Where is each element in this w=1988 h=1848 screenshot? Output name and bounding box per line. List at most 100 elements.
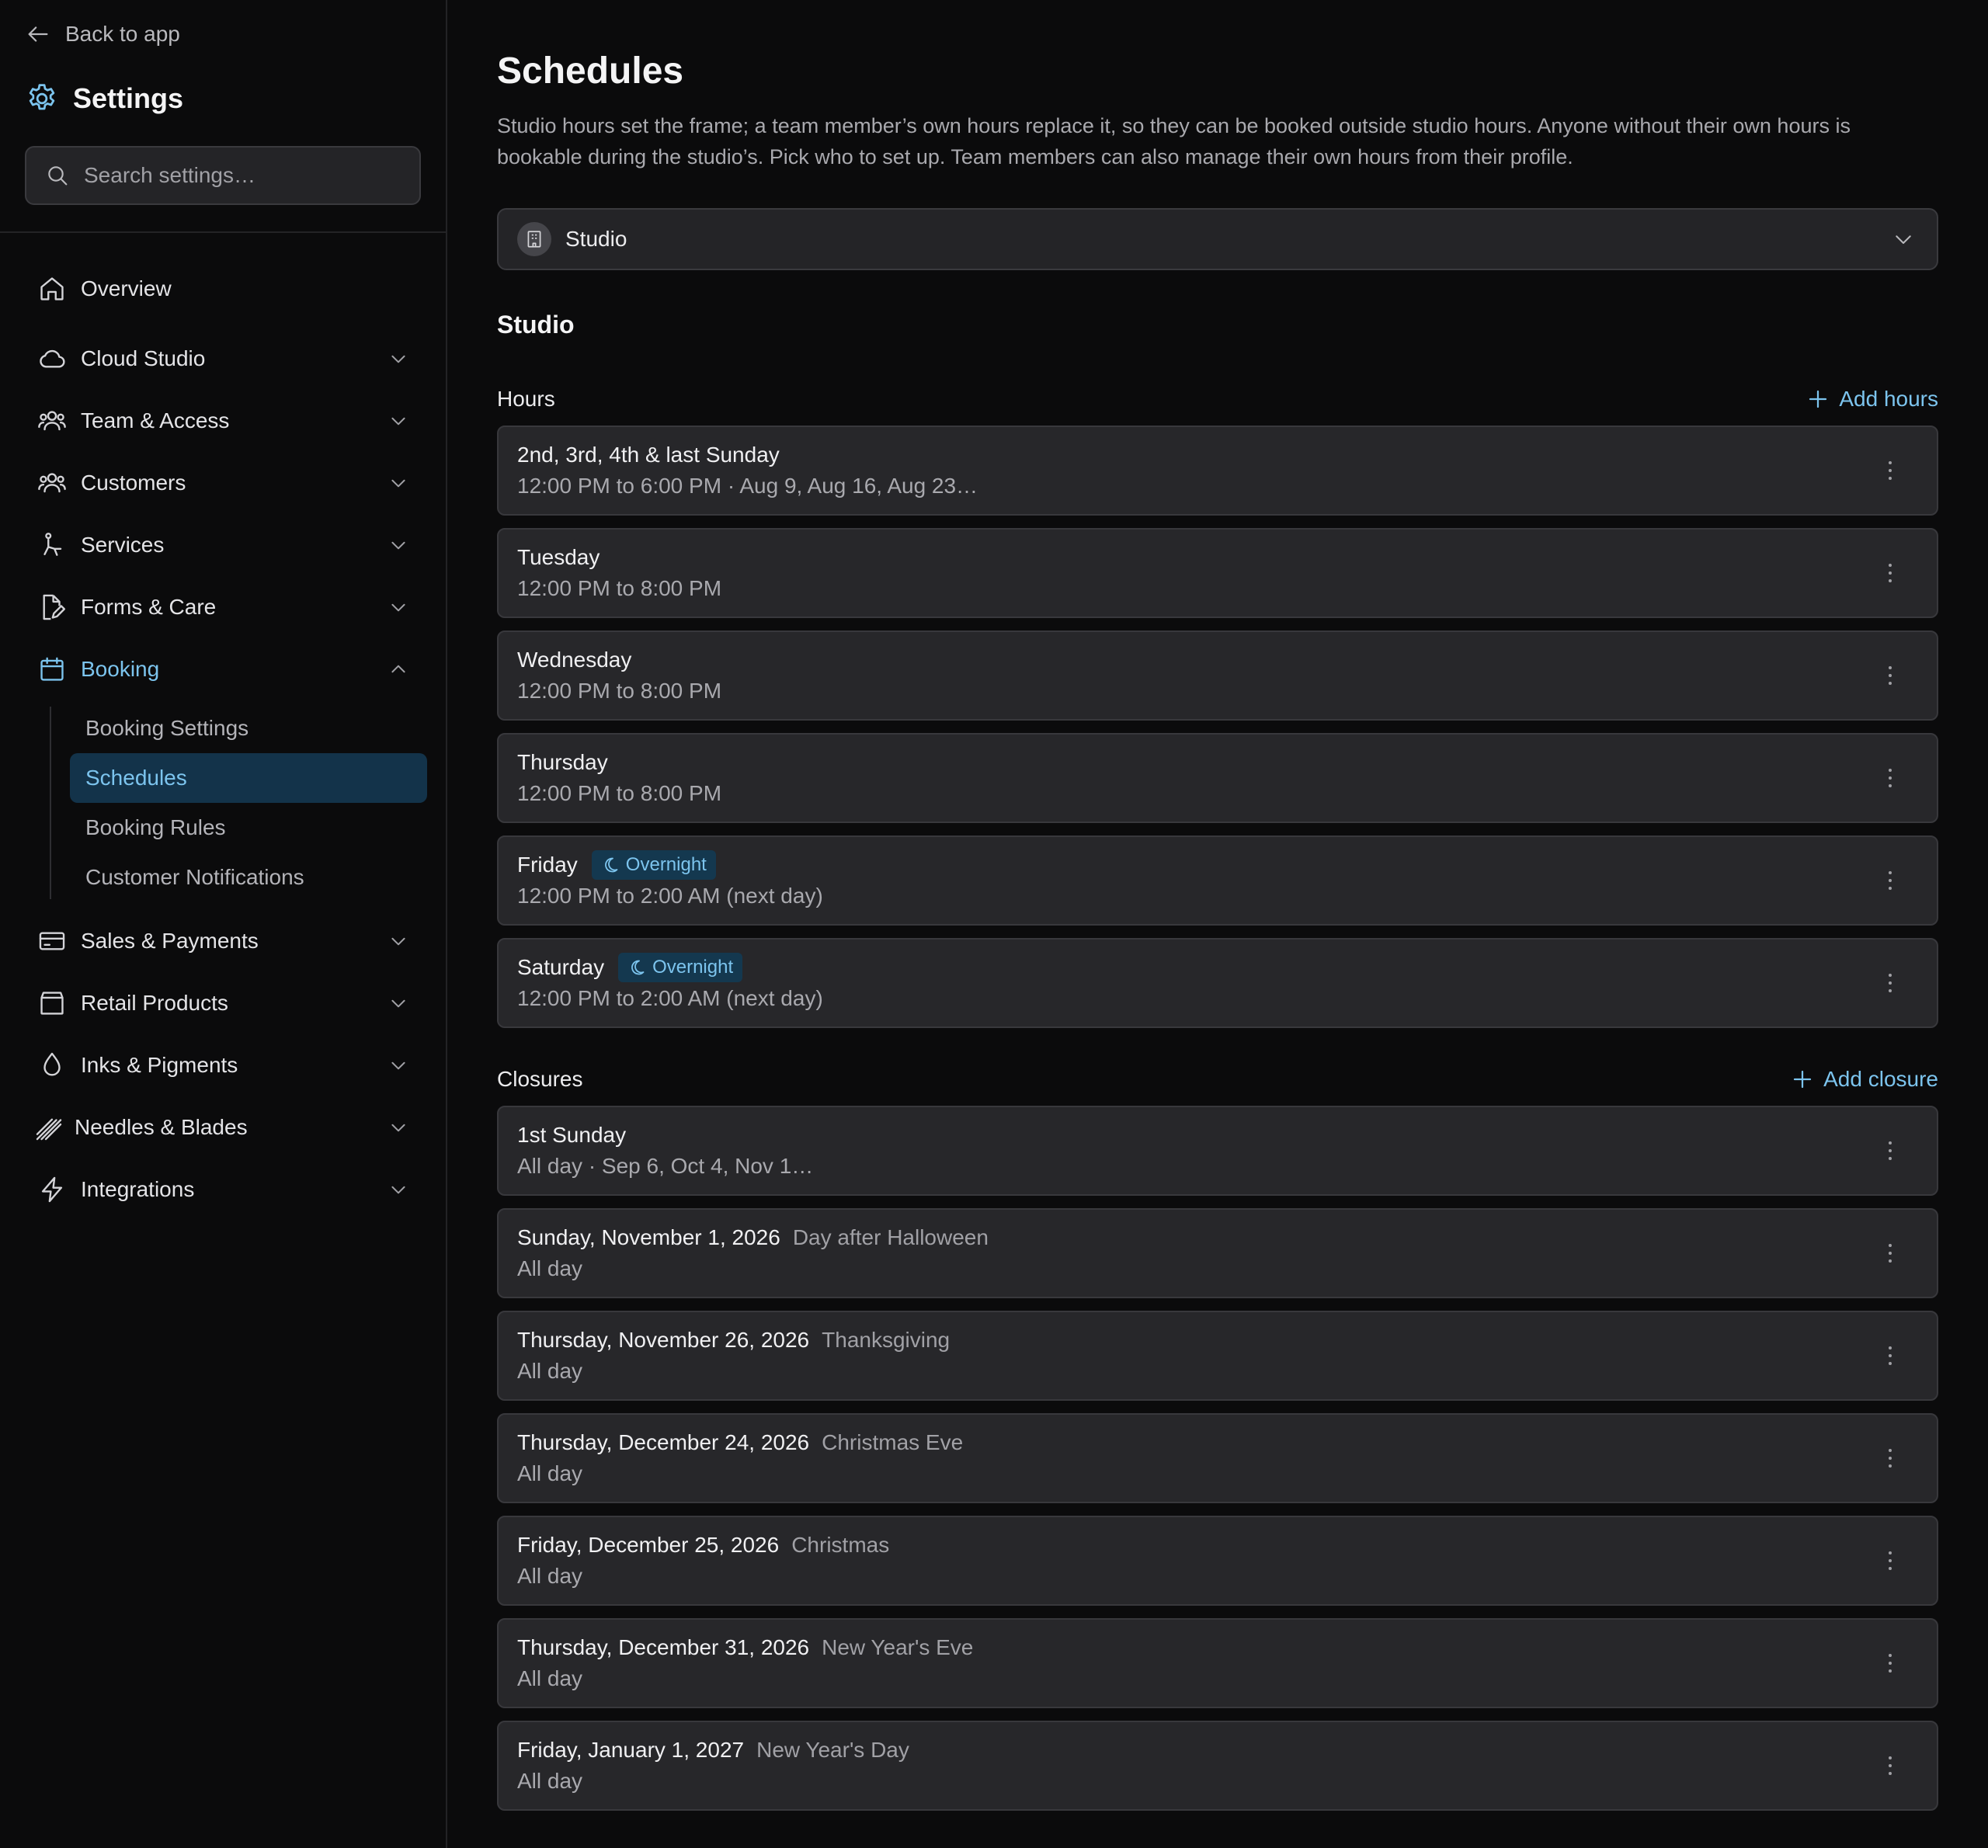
hours-row[interactable]: Tuesday 12:00 PM to 8:00 PM <box>497 528 1938 618</box>
hours-row[interactable]: Friday Overnight 12:00 PM to 2:00 AM (ne… <box>497 835 1938 926</box>
plus-icon <box>1806 387 1830 411</box>
closure-row-body: Thursday, December 31, 2026 New Year's E… <box>517 1632 1875 1694</box>
chevron-down-icon <box>1892 228 1915 251</box>
sidebar-header: Back to app Settings <box>0 0 446 233</box>
closure-row[interactable]: Friday, December 25, 2026 Christmas All … <box>497 1516 1938 1606</box>
drop-icon <box>37 1051 67 1080</box>
sidebar: Back to app Settings Overview <box>0 0 447 1848</box>
plus-icon <box>1791 1068 1814 1091</box>
chevron-down-icon <box>388 411 408 431</box>
nav-label: Inks & Pigments <box>81 1053 238 1077</box>
add-closure-button[interactable]: Add closure <box>1791 1067 1938 1092</box>
hours-row[interactable]: Saturday Overnight 12:00 PM to 2:00 AM (… <box>497 938 1938 1028</box>
overnight-badge-label: Overnight <box>652 957 734 978</box>
closure-row[interactable]: 1st Sunday All day · Sep 6, Oct 4, Nov 1… <box>497 1106 1938 1196</box>
customers-icon <box>37 468 67 498</box>
closure-row[interactable]: Thursday, December 31, 2026 New Year's E… <box>497 1618 1938 1708</box>
hours-row-title: Saturday <box>517 955 605 979</box>
closures-header: Closures Add closure <box>497 1064 1938 1095</box>
bolt-icon <box>37 1175 67 1204</box>
schedule-owner-select[interactable]: Studio <box>497 208 1938 270</box>
chevron-down-icon <box>388 535 408 555</box>
home-icon <box>37 274 67 304</box>
closure-row[interactable]: Sunday, November 1, 2026 Day after Hallo… <box>497 1208 1938 1298</box>
closure-row[interactable]: Thursday, November 26, 2026 Thanksgiving… <box>497 1311 1938 1401</box>
hours-row-title: 2nd, 3rd, 4th & last Sunday <box>517 443 780 467</box>
settings-title: Settings <box>73 82 184 114</box>
nav-item-services[interactable]: Services <box>0 514 446 576</box>
closure-row[interactable]: Friday, January 1, 2027 New Year's Day A… <box>497 1721 1938 1811</box>
more-options-icon[interactable] <box>1875 1443 1906 1474</box>
hours-row-title: Tuesday <box>517 545 600 569</box>
hours-row-detail: 12:00 PM to 8:00 PM <box>517 679 722 703</box>
more-options-icon[interactable] <box>1875 1648 1906 1679</box>
hours-row[interactable]: Thursday 12:00 PM to 8:00 PM <box>497 733 1938 823</box>
more-options-icon[interactable] <box>1875 1135 1906 1166</box>
nav-item-retail-products[interactable]: Retail Products <box>0 972 446 1034</box>
settings-heading: Settings <box>25 81 421 116</box>
hours-row-body: Saturday Overnight 12:00 PM to 2:00 AM (… <box>517 952 1875 1014</box>
more-options-icon[interactable] <box>1875 967 1906 999</box>
more-options-icon[interactable] <box>1875 1750 1906 1781</box>
search-input[interactable] <box>84 163 401 188</box>
closure-row-title: Thursday, November 26, 2026 <box>517 1328 810 1352</box>
search-box <box>25 146 421 205</box>
chevron-down-icon <box>388 993 408 1013</box>
more-options-icon[interactable] <box>1875 1340 1906 1371</box>
search-icon <box>45 163 70 188</box>
overnight-badge: Overnight <box>591 850 716 880</box>
back-to-app-link[interactable]: Back to app <box>25 20 421 48</box>
more-options-icon[interactable] <box>1875 1238 1906 1269</box>
nav-item-inks-pigments[interactable]: Inks & Pigments <box>0 1034 446 1096</box>
hours-row-detail: 12:00 PM to 2:00 AM (next day) <box>517 986 823 1010</box>
app-root: Back to app Settings Overview <box>0 0 1988 1848</box>
closure-row-body: 1st Sunday All day · Sep 6, Oct 4, Nov 1… <box>517 1120 1875 1182</box>
chevron-down-icon <box>388 931 408 951</box>
closure-row-detail: All day · Sep 6, Oct 4, Nov 1… <box>517 1154 814 1178</box>
more-options-icon[interactable] <box>1875 558 1906 589</box>
nav-item-customers[interactable]: Customers <box>0 452 446 514</box>
page-description: Studio hours set the frame; a team membe… <box>497 114 1851 168</box>
hours-row[interactable]: Wednesday 12:00 PM to 8:00 PM <box>497 630 1938 721</box>
closure-row-title: Sunday, November 1, 2026 <box>517 1225 780 1249</box>
subnav-booking-rules[interactable]: Booking Rules <box>70 803 427 853</box>
closure-row[interactable]: Thursday, December 24, 2026 Christmas Ev… <box>497 1413 1938 1503</box>
more-options-icon[interactable] <box>1875 660 1906 691</box>
nav-item-team-access[interactable]: Team & Access <box>0 390 446 452</box>
more-options-icon[interactable] <box>1875 455 1906 486</box>
hours-row-title: Thursday <box>517 750 608 774</box>
nav-label: Integrations <box>81 1177 195 1201</box>
subnav-booking-settings[interactable]: Booking Settings <box>70 703 427 753</box>
page-title: Schedules <box>497 50 684 92</box>
overnight-badge-label: Overnight <box>625 854 707 875</box>
gear-icon <box>25 82 59 116</box>
booking-subnav: Booking Settings Schedules Booking Rules… <box>0 703 446 902</box>
closure-row-detail: All day <box>517 1461 583 1485</box>
nav-item-cloud-studio[interactable]: Cloud Studio <box>0 328 446 390</box>
closure-row-body: Sunday, November 1, 2026 Day after Hallo… <box>517 1222 1875 1284</box>
more-options-icon[interactable] <box>1875 865 1906 896</box>
hours-row-body: Tuesday 12:00 PM to 8:00 PM <box>517 542 1875 604</box>
more-options-icon[interactable] <box>1875 1545 1906 1576</box>
nav-item-needles-blades[interactable]: Needles & Blades <box>0 1096 446 1158</box>
moon-icon <box>627 958 646 977</box>
nav-item-integrations[interactable]: Integrations <box>0 1158 446 1221</box>
building-icon <box>517 222 551 256</box>
nav-item-forms-care[interactable]: Forms & Care <box>0 576 446 638</box>
closure-row-detail: All day <box>517 1564 583 1588</box>
closure-row-title: Thursday, December 24, 2026 <box>517 1430 810 1454</box>
hours-label: Hours <box>497 387 555 411</box>
closure-row-body: Thursday, December 24, 2026 Christmas Ev… <box>517 1427 1875 1489</box>
nav-item-sales-payments[interactable]: Sales & Payments <box>0 910 446 972</box>
nav-item-overview[interactable]: Overview <box>0 261 446 317</box>
add-hours-button[interactable]: Add hours <box>1806 387 1938 412</box>
hours-row-detail: 12:00 PM to 2:00 AM (next day) <box>517 884 823 908</box>
chevron-up-icon <box>388 659 408 679</box>
subnav-customer-notifications[interactable]: Customer Notifications <box>70 853 427 902</box>
more-options-icon[interactable] <box>1875 762 1906 794</box>
card-icon <box>37 926 67 956</box>
subnav-schedules[interactable]: Schedules <box>70 753 427 803</box>
hours-row[interactable]: 2nd, 3rd, 4th & last Sunday 12:00 PM to … <box>497 426 1938 516</box>
nav-item-booking[interactable]: Booking <box>0 638 446 700</box>
nav-label: Forms & Care <box>81 595 217 619</box>
